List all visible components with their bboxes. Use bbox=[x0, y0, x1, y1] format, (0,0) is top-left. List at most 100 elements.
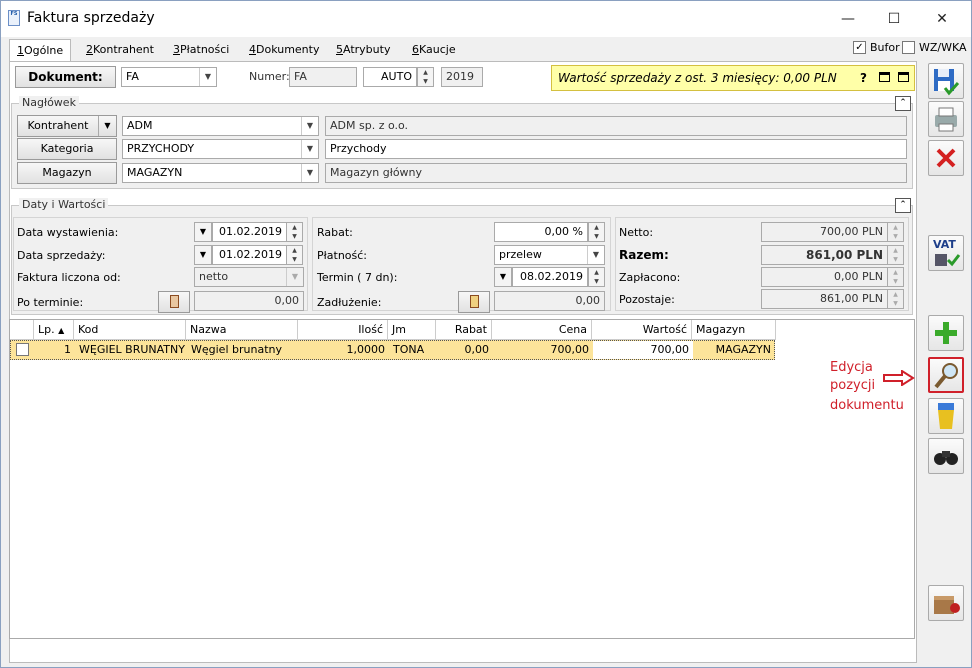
numer-auto-field[interactable]: AUTO bbox=[363, 67, 417, 87]
maximize-icon[interactable] bbox=[898, 72, 909, 82]
edit-position-button[interactable] bbox=[928, 357, 964, 393]
bufor-label: Bufor bbox=[870, 41, 900, 54]
column-header-wartosc[interactable]: Wartość bbox=[592, 320, 692, 340]
cell-rabat: 0,00 bbox=[464, 343, 490, 356]
select-all-column[interactable] bbox=[10, 320, 34, 340]
netto-spinner: ▲ ▼ bbox=[887, 222, 904, 242]
zaplacono-spinner: ▲ ▼ bbox=[887, 267, 904, 287]
table-row[interactable]: 1 WĘGIEL BRUNATNY Węgiel brunatny 1,0000… bbox=[10, 340, 775, 360]
chevron-down-icon[interactable]: ▼ bbox=[301, 140, 318, 158]
magazyn-code-select[interactable]: MAGAZYN ▼ bbox=[122, 163, 319, 183]
cell-nazwa: Węgiel brunatny bbox=[191, 343, 282, 356]
razem-field: 861,00 PLN bbox=[761, 245, 888, 265]
razem-spinner: ▲ ▼ bbox=[887, 245, 904, 265]
column-header-cena[interactable]: Cena bbox=[492, 320, 592, 340]
chevron-down-icon[interactable]: ▼ bbox=[587, 246, 604, 264]
chevron-down-icon[interactable]: ▼ bbox=[494, 267, 512, 287]
wzwka-checkbox[interactable] bbox=[902, 41, 915, 54]
cancel-button[interactable] bbox=[928, 140, 964, 176]
row-checkbox[interactable] bbox=[16, 343, 29, 356]
minimize-button[interactable]: — bbox=[825, 3, 871, 35]
save-button[interactable] bbox=[928, 63, 964, 99]
magazyn-button[interactable]: Magazyn bbox=[17, 162, 117, 184]
doc-type-select[interactable]: FA ▼ bbox=[121, 67, 217, 87]
delete-position-button[interactable] bbox=[928, 398, 964, 434]
trash-bin-icon bbox=[938, 403, 954, 429]
rabat-field[interactable]: 0,00 % bbox=[494, 222, 588, 242]
data-wystawienia-field[interactable]: 01.02.2019 bbox=[212, 222, 287, 242]
window-title: Faktura sprzedaży bbox=[27, 10, 155, 26]
dokument-button[interactable]: Dokument: bbox=[15, 66, 116, 88]
po-terminie-label: Po terminie: bbox=[17, 296, 84, 309]
tab-ogolne[interactable]: 1Ogólne bbox=[9, 39, 72, 63]
numer-prefix-field: FA bbox=[289, 67, 357, 87]
sales-info-text: Wartość sprzedaży z ost. 3 miesięcy: 0,0… bbox=[558, 71, 837, 85]
kontrahent-code-select[interactable]: ADM ▼ bbox=[122, 116, 319, 136]
vat-label: VAT bbox=[933, 238, 956, 251]
termin-field[interactable]: 08.02.2019 bbox=[512, 267, 588, 287]
collapse-naglowek-icon[interactable]: ⌃ bbox=[895, 96, 911, 111]
annotation-line-3: dokumentu bbox=[830, 398, 904, 413]
chevron-down-icon: ▼ bbox=[286, 268, 303, 286]
printer-icon bbox=[935, 107, 957, 132]
rabat-spinner[interactable]: ▲ ▼ bbox=[588, 222, 605, 242]
column-header-rabat[interactable]: Rabat bbox=[436, 320, 492, 340]
platnosc-select[interactable]: przelew ▼ bbox=[494, 245, 605, 265]
debt-icon[interactable] bbox=[458, 291, 490, 313]
column-header-ilosc[interactable]: Ilość bbox=[298, 320, 388, 340]
maximize-button[interactable]: ☐ bbox=[871, 3, 917, 35]
door-icon[interactable] bbox=[158, 291, 190, 313]
kontrahent-button[interactable]: Kontrahent ▼ bbox=[17, 115, 117, 137]
bufor-checkbox[interactable]: ✓ bbox=[853, 41, 866, 54]
data-wystawienia-spinner[interactable]: ▲ ▼ bbox=[286, 222, 303, 242]
restore-icon[interactable] bbox=[879, 72, 890, 82]
data-wystawienia-label: Data wystawienia: bbox=[17, 226, 119, 239]
plus-icon bbox=[935, 322, 957, 344]
arrow-right-icon bbox=[883, 370, 915, 386]
chevron-down-icon[interactable]: ▼ bbox=[194, 245, 212, 265]
print-button[interactable] bbox=[928, 101, 964, 137]
cell-wartosc: 700,00 bbox=[593, 341, 693, 359]
data-sprzedazy-spinner[interactable]: ▲ ▼ bbox=[286, 245, 303, 265]
cell-jm: TONA bbox=[393, 343, 425, 356]
column-header-magazyn[interactable]: Magazyn bbox=[692, 320, 776, 340]
pozostaje-spinner: ▲ ▼ bbox=[887, 289, 904, 309]
vat-button[interactable]: VAT bbox=[928, 235, 964, 271]
tab-dokumenty[interactable]: 4Dokumenty bbox=[242, 39, 326, 61]
close-window-button[interactable]: ✕ bbox=[919, 3, 965, 35]
daty-title: Daty i Wartości bbox=[19, 198, 109, 211]
tab-platnosci[interactable]: 3Płatności bbox=[166, 39, 236, 61]
kategoria-name-field[interactable]: Przychody bbox=[325, 139, 907, 159]
netto-field: 700,00 PLN bbox=[761, 222, 888, 242]
column-header-jm[interactable]: Jm bbox=[388, 320, 436, 340]
cancel-x-icon bbox=[936, 148, 956, 168]
tab-atrybuty[interactable]: 5Atrybuty bbox=[329, 39, 397, 61]
title-bar: FS Faktura sprzedaży — ☐ ✕ bbox=[1, 1, 971, 37]
save-icon bbox=[934, 69, 960, 96]
data-sprzedazy-field[interactable]: 01.02.2019 bbox=[212, 245, 287, 265]
tab-kaucje[interactable]: 6Kaucje bbox=[405, 39, 463, 61]
add-position-button[interactable] bbox=[928, 315, 964, 351]
column-header-lp[interactable]: Lp. ▲ bbox=[34, 320, 74, 340]
binoculars-icon bbox=[934, 451, 958, 465]
termin-spinner[interactable]: ▲ ▼ bbox=[588, 267, 605, 287]
positions-table: Lp. ▲ Kod Nazwa Ilość Jm Rabat Cena Wart… bbox=[9, 319, 915, 639]
tab-kontrahent[interactable]: 2Kontrahent bbox=[79, 39, 161, 61]
chevron-down-icon[interactable]: ▼ bbox=[301, 164, 318, 182]
chevron-down-icon[interactable]: ▼ bbox=[199, 68, 216, 86]
collapse-daty-icon[interactable]: ⌃ bbox=[895, 198, 911, 213]
chevron-down-icon[interactable]: ▼ bbox=[301, 117, 318, 135]
data-sprzedazy-label: Data sprzedaży: bbox=[17, 249, 106, 262]
packaging-button[interactable] bbox=[928, 585, 964, 621]
annotation-line-2: pozycji bbox=[830, 378, 876, 393]
column-header-kod[interactable]: Kod bbox=[74, 320, 186, 340]
kategoria-code-select[interactable]: PRZYCHODY ▼ bbox=[122, 139, 319, 159]
kategoria-button[interactable]: Kategoria bbox=[17, 138, 117, 160]
column-header-nazwa[interactable]: Nazwa bbox=[186, 320, 298, 340]
search-button[interactable] bbox=[928, 438, 964, 474]
annotation-line-1: Edycja bbox=[830, 360, 873, 375]
help-icon[interactable]: ? bbox=[860, 66, 867, 90]
numer-spinner[interactable]: ▲ ▼ bbox=[417, 67, 434, 87]
chevron-down-icon[interactable]: ▼ bbox=[194, 222, 212, 242]
pozostaje-label: Pozostaje: bbox=[619, 293, 675, 306]
